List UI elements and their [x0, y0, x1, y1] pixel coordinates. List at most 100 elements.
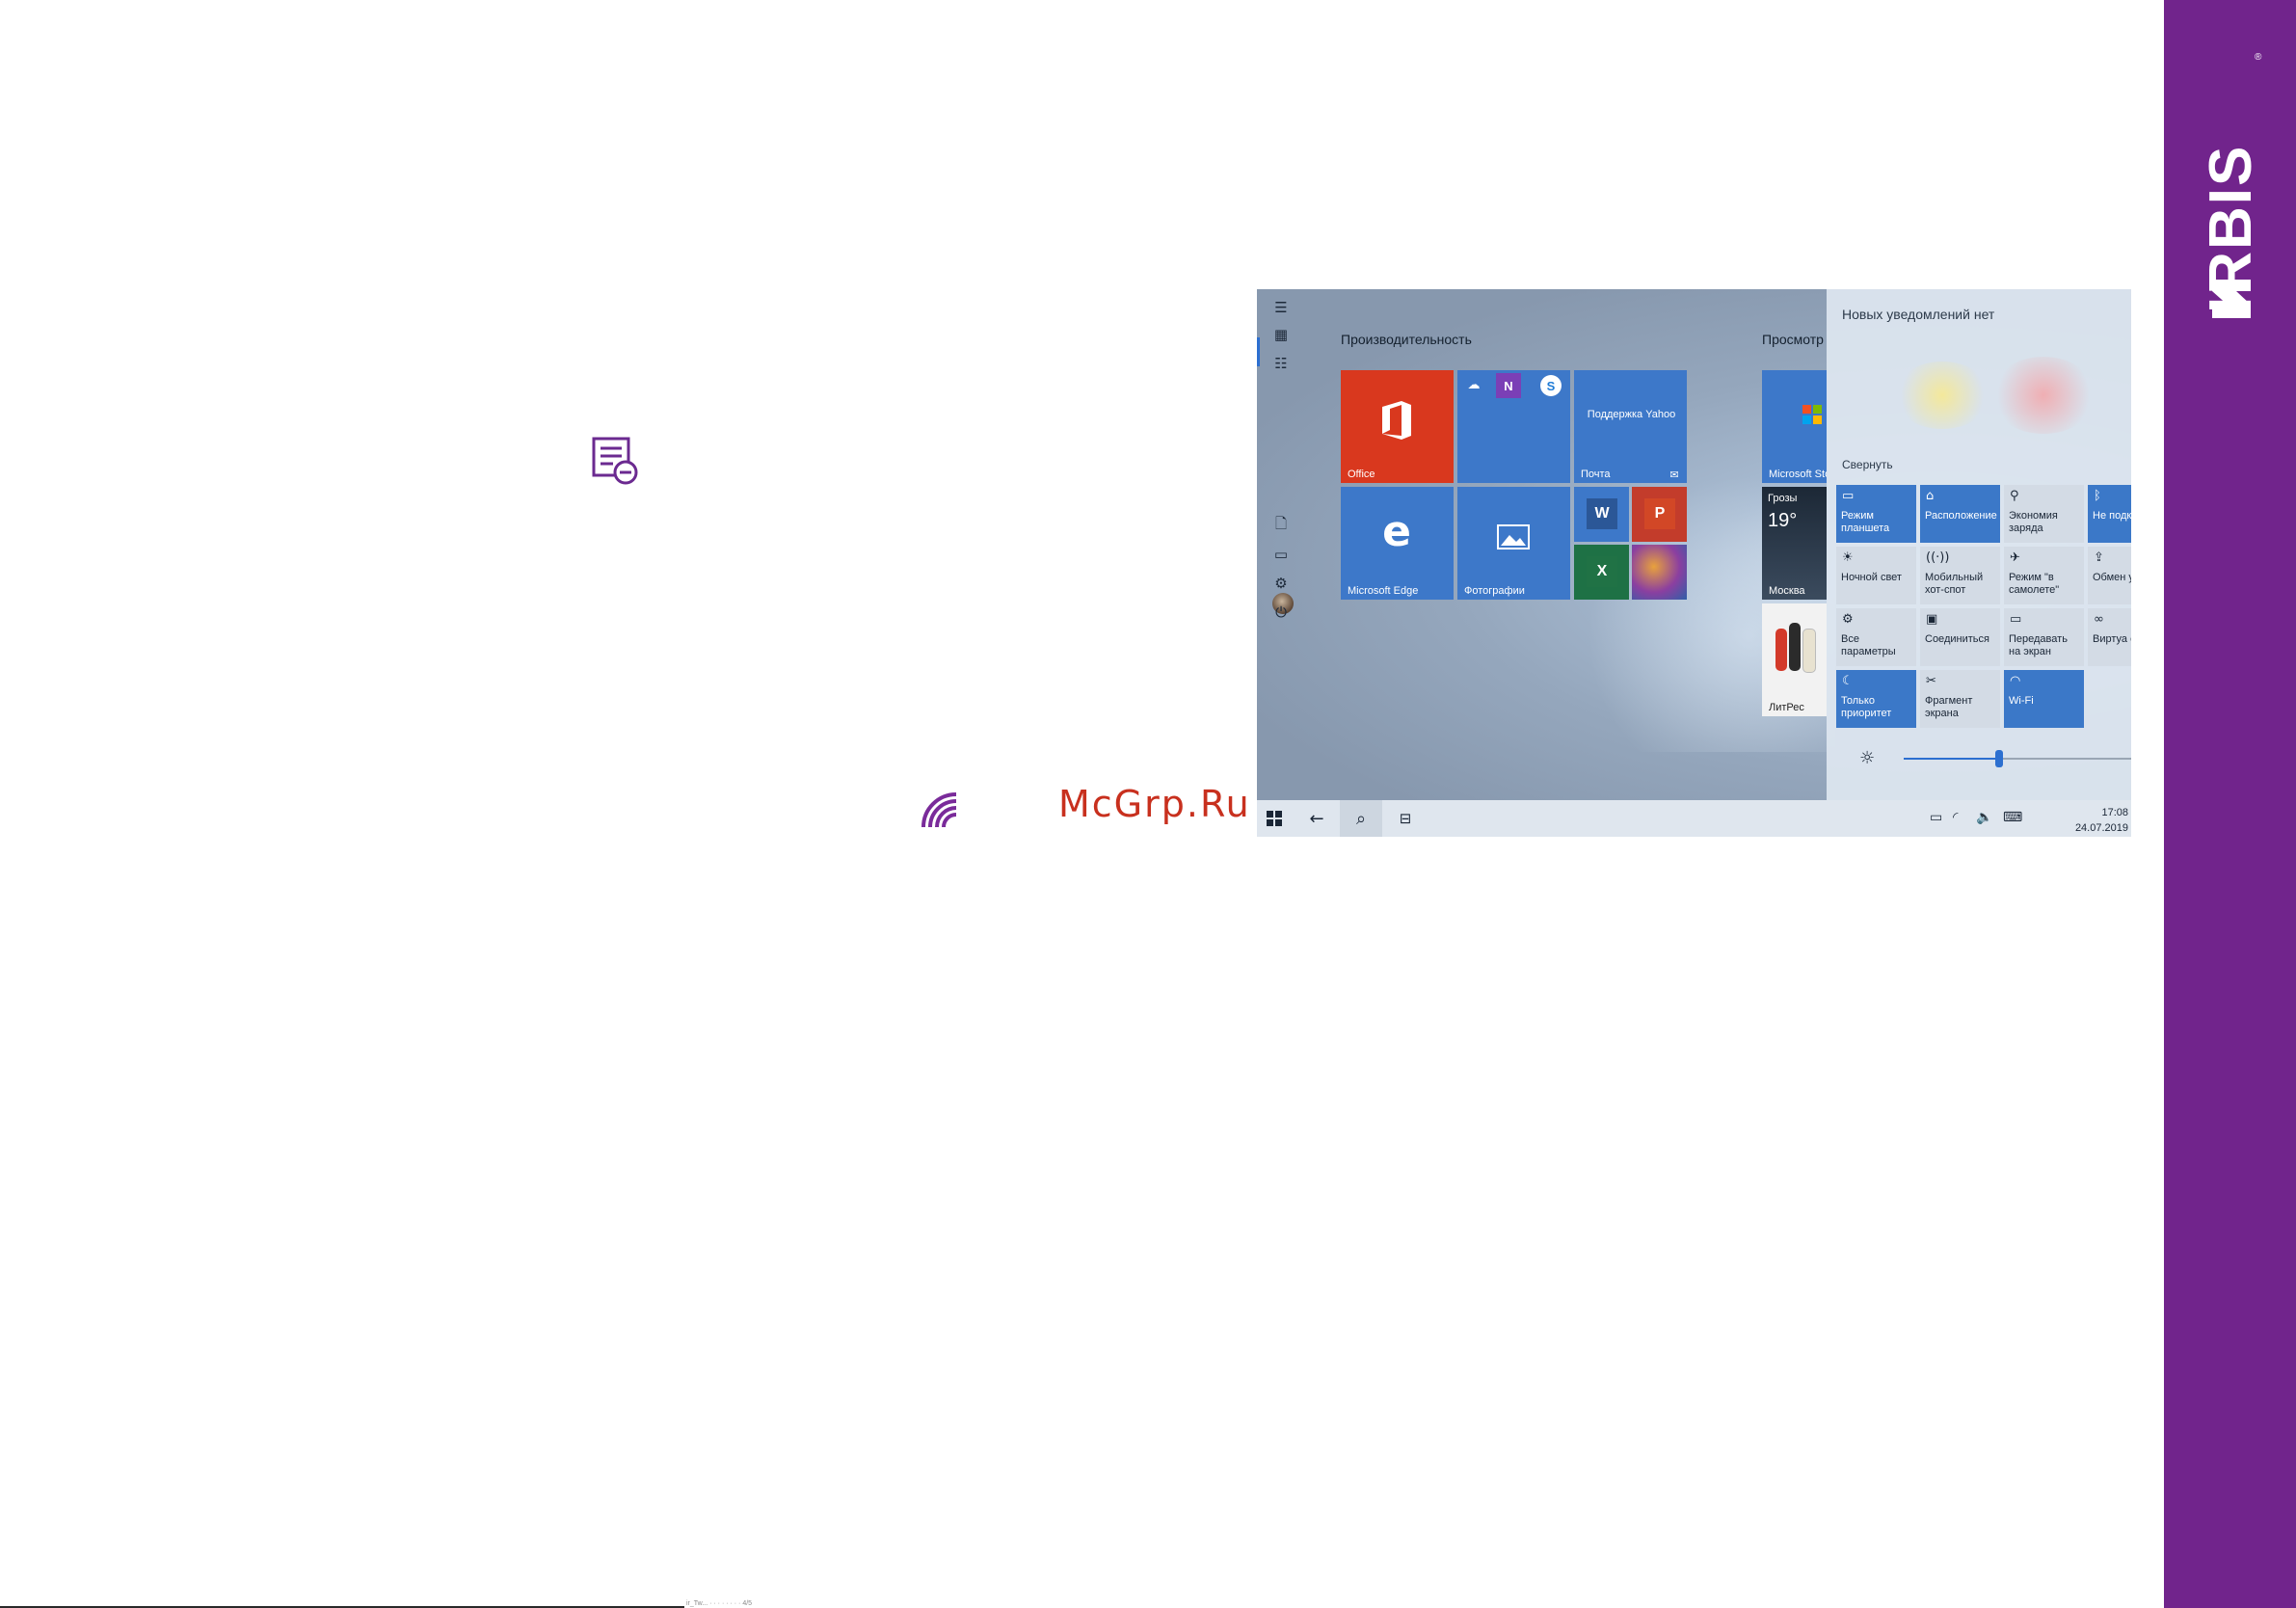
mail-icon: ✉ [1669, 469, 1679, 481]
hotspot-icon: ((·)) [1926, 550, 1950, 565]
office-icon [1377, 399, 1416, 442]
connect-icon: ▣ [1926, 612, 1938, 627]
excel-icon: X [1587, 556, 1617, 587]
powerpoint-icon: P [1644, 498, 1675, 529]
onenote-icon: N [1496, 373, 1521, 398]
edge-icon: e [1382, 506, 1411, 556]
onedrive-icon: ☁ [1467, 377, 1481, 391]
quick-action-wifi[interactable]: ◠ Wi-Fi [2004, 670, 2084, 728]
quick-action-tablet[interactable]: ▭ Режим планшета [1836, 485, 1916, 543]
tile-powerpoint[interactable]: P [1632, 487, 1687, 542]
group-title-browse: Просмотр [1762, 332, 1824, 347]
footer-text: ir_Tw... · · · · · · · · 4/5 [686, 1600, 753, 1607]
quick-action-label: Только приоритет [1841, 695, 1892, 719]
tile-photos[interactable]: Фотографии [1457, 487, 1570, 600]
quick-action-label: Передавать на экран [2009, 633, 2068, 657]
quick-action-label: Мобильный хот-спот [1925, 572, 1984, 596]
store-icon [1801, 403, 1824, 426]
clock-time: 17:08 [2101, 807, 2128, 818]
quick-action-airplane[interactable]: ✈ Режим "в самолете" [2004, 547, 2084, 604]
taskbar: ← ⌕ ⊟ ▭ ◜ 🔈 ⌨ 17:08 24.07.2019 [1257, 800, 2131, 837]
quick-action-label: Ночной свет [1841, 572, 1902, 583]
snip-icon: ✂ [1926, 674, 1936, 688]
tile-litres[interactable]: ЛитРес [1762, 603, 1827, 716]
windows-screenshot: ☰ ▦ ☷ 🗋 ▭ ⚙ ⏻ Производительность Просмот… [1257, 289, 2131, 837]
quick-action-label: Соединиться [1925, 633, 1989, 645]
no-notifications-text: Новых уведомлений нет [1842, 307, 1995, 322]
action-center: Новых уведомлений нет Свернуть ▭ Режим пл… [1827, 289, 2131, 800]
search-icon[interactable]: ⌕ [1340, 800, 1382, 837]
start-button[interactable] [1257, 800, 1292, 837]
tile-apps-folder[interactable]: ☁ N S [1457, 370, 1570, 483]
location-icon: ⌂ [1926, 489, 1935, 503]
battery-saver-icon: ⚲ [2010, 489, 2019, 503]
power-icon[interactable]: ⏻ [1270, 602, 1292, 623]
battery-icon[interactable]: ▭ [1930, 810, 1942, 825]
quick-action-label: Wi-Fi [2009, 695, 2034, 707]
notes-icon [590, 436, 640, 486]
word-icon: W [1587, 498, 1617, 529]
tile-edge[interactable]: e Microsoft Edge [1341, 487, 1454, 600]
settings-icon: ⚙ [1842, 612, 1854, 627]
volume-icon[interactable]: 🔈 [1976, 810, 1992, 825]
quick-action-label: Не подкл [2093, 510, 2131, 522]
brightness-icon: ☼ [1859, 748, 1876, 768]
quick-action-label: Фрагмент экрана [1925, 695, 1973, 719]
skype-icon: S [1540, 375, 1562, 396]
quick-action-label: Экономия заряда [2009, 510, 2058, 534]
tiles-view-icon[interactable]: ▦ [1270, 324, 1292, 345]
tile-office[interactable]: Office [1341, 370, 1454, 483]
book-spine-red [1775, 629, 1787, 671]
tile-store[interactable]: Microsoft Sto [1762, 370, 1827, 483]
quick-action-label: Обмен устрой [2093, 572, 2131, 583]
quick-action-hotspot[interactable]: ((·)) Мобильный хот-спот [1920, 547, 2000, 604]
wifi-icon: ◠ [2010, 674, 2021, 688]
hamburger-icon[interactable]: ☰ [1270, 297, 1292, 318]
project-icon: ▭ [2010, 612, 2022, 627]
tablet-icon: ▭ [1842, 489, 1855, 503]
quick-action-label: Режим "в самолете" [2009, 572, 2060, 596]
settings-icon[interactable]: ⚙ [1270, 573, 1292, 594]
collapse-link[interactable]: Свернуть [1842, 458, 1893, 471]
quick-action-label: Виртуа сеть (V [2093, 633, 2131, 645]
brightness-thumb[interactable] [1995, 750, 2004, 767]
focus-assist-icon: ☾ [1842, 674, 1854, 688]
quick-action-project[interactable]: ▭ Передавать на экран [2004, 608, 2084, 666]
quick-action-connect[interactable]: ▣ Соединиться [1920, 608, 2000, 666]
tile-word[interactable]: W [1574, 487, 1629, 542]
quick-action-settings[interactable]: ⚙ Все параметры [1836, 608, 1916, 666]
keyboard-icon[interactable]: ⌨ [2003, 810, 2022, 825]
quick-action-location[interactable]: ⌂ Расположение [1920, 485, 2000, 543]
task-view-icon[interactable]: ⊟ [1384, 800, 1427, 837]
photos-icon [1496, 523, 1531, 550]
quick-action-bluetooth[interactable]: ᛒ Не подкл [2088, 485, 2131, 543]
tile-excel[interactable]: X [1574, 545, 1629, 600]
book-spine-light [1802, 629, 1816, 673]
watermark: McGrp.Ru [1058, 783, 1251, 825]
quick-action-share[interactable]: ⇪ Обмен устрой [2088, 547, 2131, 604]
quick-action-snip[interactable]: ✂ Фрагмент экрана [1920, 670, 2000, 728]
pictures-icon[interactable]: ▭ [1270, 544, 1292, 565]
clock[interactable]: 17:08 24.07.2019 [2069, 805, 2128, 836]
wireless-icon [918, 789, 960, 831]
quick-action-focus-assist[interactable]: ☾ Только приоритет [1836, 670, 1916, 728]
quick-action-vpn[interactable]: ∞ Виртуа сеть (V [2088, 608, 2131, 666]
quick-action-battery-saver[interactable]: ⚲ Экономия заряда [2004, 485, 2084, 543]
back-arrow-icon[interactable]: ← [1295, 800, 1338, 837]
brightness-slider[interactable] [1904, 750, 2131, 767]
documents-icon[interactable]: 🗋 [1270, 515, 1292, 536]
quick-action-night-light[interactable]: ☀ Ночной свет [1836, 547, 1916, 604]
tile-game[interactable] [1632, 545, 1687, 600]
tile-weather[interactable]: Грозы 19° Москва [1762, 487, 1827, 600]
airplane-icon: ✈ [2010, 550, 2020, 565]
vpn-icon: ∞ [2094, 612, 2104, 627]
all-apps-icon[interactable]: ☷ [1270, 353, 1292, 374]
brand-bar: IRBIS ® [2164, 0, 2296, 1608]
svg-text:®: ® [2255, 52, 2262, 63]
quick-action-label: Режим планшета [1841, 510, 1890, 534]
irbis-logo: IRBIS ® [2198, 52, 2264, 318]
network-icon[interactable]: ◜ [1953, 810, 1958, 825]
night-light-icon: ☀ [1842, 550, 1854, 565]
book-spine-dark [1789, 623, 1801, 671]
tile-mail[interactable]: Поддержка Yahoo Почта ✉ [1574, 370, 1687, 483]
